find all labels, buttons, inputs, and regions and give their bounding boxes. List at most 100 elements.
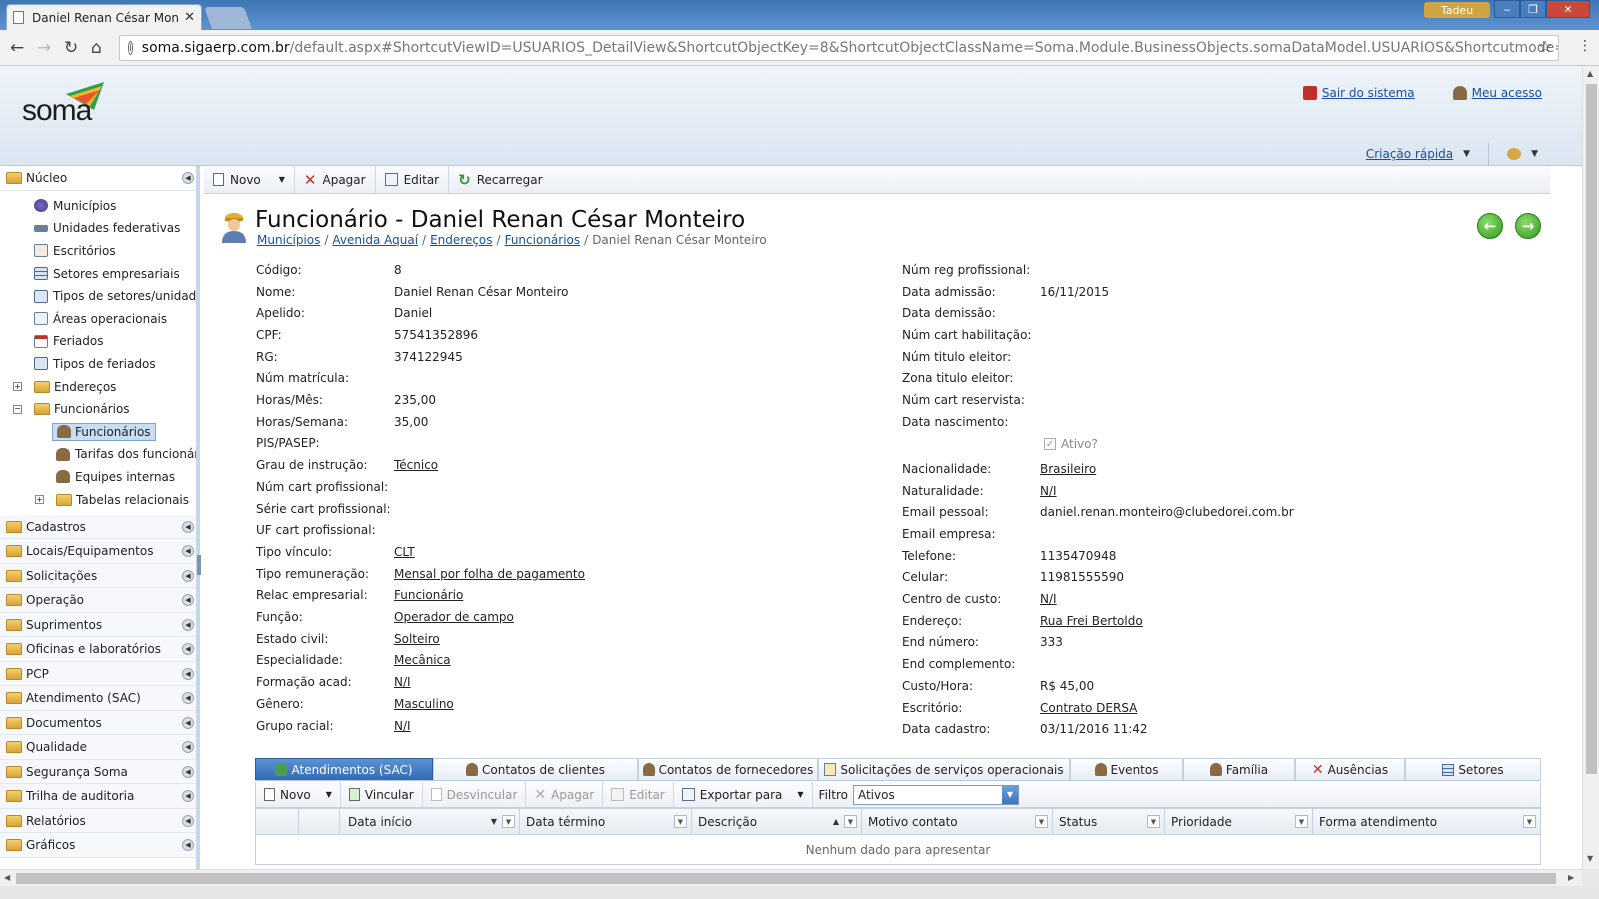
breadcrumb-link[interactable]: Endereços xyxy=(430,233,492,247)
field-link[interactable]: CLT xyxy=(394,545,415,559)
collapse-icon[interactable]: ◀ xyxy=(182,171,194,184)
field-link[interactable]: Funcionário xyxy=(394,588,463,602)
detail-tab-1[interactable]: Contatos de clientes xyxy=(433,758,638,780)
scroll-right-icon[interactable]: ▶ xyxy=(1568,873,1574,882)
field-link[interactable]: Mecânica xyxy=(394,653,451,667)
sidebar-group-4[interactable]: Suprimentos ◀ xyxy=(0,612,196,638)
browser-menu-icon[interactable]: ⋮ xyxy=(1578,38,1592,54)
collapse-icon[interactable]: ◀ xyxy=(182,790,194,803)
collapse-icon[interactable]: ◀ xyxy=(182,741,194,754)
horizontal-scrollbar[interactable]: ◀ ▶ xyxy=(0,869,1582,886)
detail-tab-4[interactable]: Eventos xyxy=(1070,758,1183,780)
info-icon[interactable]: i xyxy=(128,41,133,55)
my-access-link[interactable]: Meu acesso xyxy=(1452,86,1542,100)
collapse-icon[interactable]: ◀ xyxy=(182,765,194,778)
detail-edit-button[interactable]: Editar xyxy=(603,782,674,807)
reload-icon[interactable]: ↻ xyxy=(64,38,78,58)
sidebar-group-10[interactable]: Segurança Soma ◀ xyxy=(0,759,196,785)
detail-tab-7[interactable]: Setores xyxy=(1405,758,1541,780)
close-window-button[interactable]: ✕ xyxy=(1546,0,1590,18)
collapse-icon[interactable]: ◀ xyxy=(182,594,194,607)
logout-label[interactable]: Sair do sistema xyxy=(1322,86,1415,100)
collapse-icon[interactable]: ◀ xyxy=(182,839,194,852)
scroll-left-icon[interactable]: ◀ xyxy=(4,873,10,882)
browser-tab[interactable]: Daniel Renan César Mon ✕ xyxy=(6,4,202,30)
scroll-thumb[interactable] xyxy=(16,873,1556,884)
forward-icon[interactable]: → xyxy=(37,38,51,58)
detail-delete-button[interactable]: ✕ Apagar xyxy=(526,782,604,807)
filter-icon[interactable]: ▼ xyxy=(674,815,687,828)
filter-select[interactable]: Ativos ▼ xyxy=(852,784,1019,805)
grid-column-prioridade[interactable]: Prioridade ▼ xyxy=(1165,809,1313,834)
edit-button[interactable]: Editar xyxy=(376,166,450,193)
filter-icon[interactable]: ▼ xyxy=(1295,815,1308,828)
home-icon[interactable]: ⌂ xyxy=(91,38,102,58)
breadcrumb-link[interactable]: Municípios xyxy=(257,233,320,247)
scroll-down-icon[interactable]: ▼ xyxy=(1587,854,1593,863)
sidebar-item-enderecos[interactable]: + Endereços xyxy=(0,375,196,398)
field-link[interactable]: Masculino xyxy=(394,697,454,711)
chevron-down-icon[interactable]: ▼ xyxy=(326,790,332,799)
breadcrumb-link[interactable]: Avenida Aquaí xyxy=(332,233,418,247)
collapse-icon[interactable]: ◀ xyxy=(182,716,194,729)
field-link[interactable]: N/I xyxy=(394,675,411,689)
sidebar-item-funcionarios[interactable]: Funcionários xyxy=(0,420,196,443)
theme-palette-icon[interactable] xyxy=(1507,148,1522,160)
grid-column-status[interactable]: Status ▼ xyxy=(1053,809,1165,834)
field-link[interactable]: N/I xyxy=(394,719,411,733)
detail-tab-6[interactable]: ✕ Ausências xyxy=(1295,758,1405,780)
sidebar-group-1[interactable]: Locais/Equipamentos ◀ xyxy=(0,539,196,564)
vertical-scrollbar[interactable]: ▲ ▼ xyxy=(1582,66,1599,869)
detail-tab-5[interactable]: Família xyxy=(1183,758,1295,780)
sidebar-group-2[interactable]: Solicitações ◀ xyxy=(0,563,196,589)
sidebar-group-9[interactable]: Qualidade ◀ xyxy=(0,735,196,760)
ativo-checkbox[interactable]: ✓ Ativo? xyxy=(1044,437,1098,451)
sidebar-group-11[interactable]: Trilha de auditoria ◀ xyxy=(0,784,196,809)
field-link[interactable]: Mensal por folha de pagamento xyxy=(394,567,585,581)
sidebar-item-unidades-federativas[interactable]: Unidades federativas xyxy=(0,217,196,240)
collapse-icon[interactable]: ◀ xyxy=(182,814,194,827)
filter-icon[interactable]: ▼ xyxy=(1035,815,1048,828)
sidebar-item-funcionarios-folder[interactable]: − Funcionários xyxy=(0,398,196,421)
field-link[interactable]: N/I xyxy=(1040,484,1057,498)
filter-icon[interactable]: ▼ xyxy=(502,815,515,828)
reload-button[interactable]: ↻ Recarregar xyxy=(449,166,551,193)
sidebar-group-0[interactable]: Cadastros ◀ xyxy=(0,514,196,540)
chevron-down-icon[interactable]: ▼ xyxy=(1001,785,1018,804)
collapse-icon[interactable]: ◀ xyxy=(182,520,194,533)
chevron-down-icon[interactable]: ▼ xyxy=(797,790,803,799)
sidebar-item-feriados[interactable]: Feriados xyxy=(0,330,196,353)
collapse-tree-icon[interactable]: − xyxy=(13,404,22,414)
grid-column-motivo-contato[interactable]: Motivo contato ▼ xyxy=(862,809,1053,834)
bookmark-star-icon[interactable]: ☆ xyxy=(1538,37,1552,56)
sidebar-item-areas-operacionais[interactable]: Áreas operacionais xyxy=(0,307,196,330)
sidebar-group-6[interactable]: PCP ◀ xyxy=(0,661,196,687)
sidebar-item-equipes[interactable]: Equipes internas xyxy=(0,466,196,489)
filter-icon[interactable]: ▼ xyxy=(844,815,857,828)
scroll-up-icon[interactable]: ▲ xyxy=(1587,69,1593,78)
collapse-icon[interactable]: ◀ xyxy=(182,545,194,558)
filter-icon[interactable]: ▼ xyxy=(1147,815,1160,828)
back-icon[interactable]: ← xyxy=(10,38,24,58)
unlink-button[interactable]: Desvincular xyxy=(423,782,527,807)
previous-record-button[interactable]: ← xyxy=(1477,213,1503,239)
link-button[interactable]: Vincular xyxy=(341,782,423,807)
browser-user-badge[interactable]: Tadeu xyxy=(1424,2,1490,18)
field-link[interactable]: Operador de campo xyxy=(394,610,514,624)
sidebar-item-tabelas-relacionais[interactable]: + Tabelas relacionais xyxy=(0,488,196,511)
field-link[interactable]: Rua Frei Bertoldo xyxy=(1040,614,1143,628)
expand-icon[interactable]: + xyxy=(35,495,44,505)
field-link[interactable]: Técnico xyxy=(394,458,438,472)
scroll-thumb[interactable] xyxy=(1586,84,1597,774)
next-record-button[interactable]: → xyxy=(1515,213,1541,239)
new-button[interactable]: Novo ▼ xyxy=(204,166,295,193)
sidebar-item-municipios[interactable]: Municípios xyxy=(0,195,196,218)
grid-column-data-inicio[interactable]: Data início ▼ ▼ xyxy=(340,809,520,834)
chevron-down-icon[interactable]: ▼ xyxy=(1531,149,1538,159)
detail-tab-2[interactable]: Contatos de fornecedores xyxy=(638,758,818,780)
detail-tab-0[interactable]: Atendimentos (SAC) xyxy=(255,758,433,780)
url-input[interactable]: i soma.sigaerp.com.br/default.aspx#Short… xyxy=(119,35,1559,61)
field-link[interactable]: Contrato DERSA xyxy=(1040,701,1137,715)
sidebar-item-setores-empresariais[interactable]: Setores empresariais xyxy=(0,262,196,285)
chevron-down-icon[interactable]: ▼ xyxy=(279,175,285,184)
